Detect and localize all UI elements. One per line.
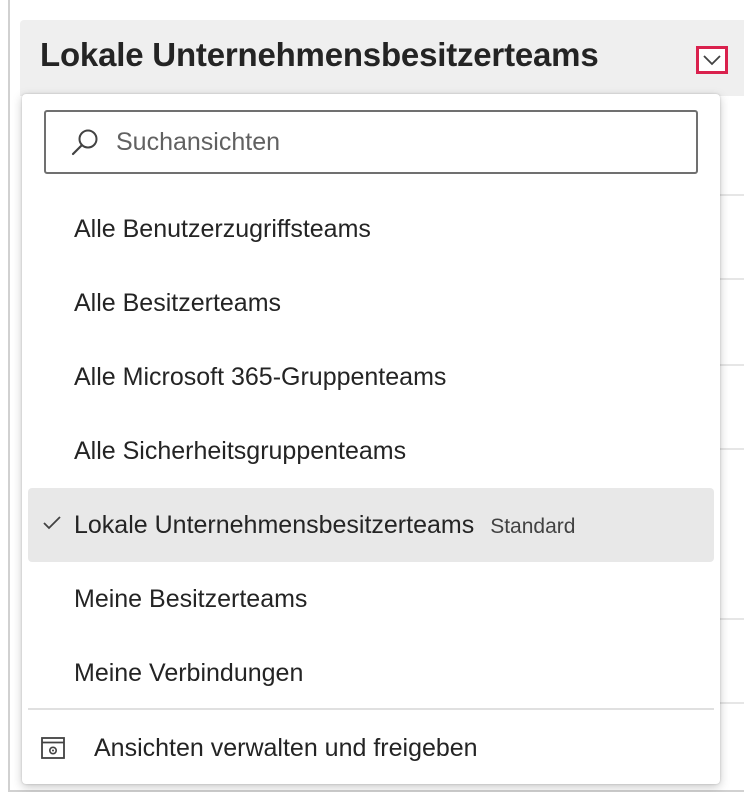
view-item-meine-verbindungen[interactable]: Meine Verbindungen: [28, 636, 714, 710]
search-input[interactable]: [116, 122, 676, 162]
view-item-alle-besitzerteams[interactable]: Alle Besitzerteams: [28, 266, 714, 340]
background-list-border: [8, 0, 10, 792]
view-title[interactable]: Lokale Unternehmensbesitzerteams: [40, 36, 599, 74]
background-row-divider: [720, 618, 744, 620]
view-selector[interactable]: Lokale Unternehmensbesitzerteams: [20, 20, 744, 96]
search-icon: [71, 129, 98, 156]
manage-views-button[interactable]: Ansichten verwalten und freigeben: [28, 716, 714, 778]
view-item-label: Lokale Unternehmensbesitzerteams: [74, 511, 475, 539]
background-row-divider: [720, 278, 744, 280]
view-item-lokale-unternehmensbesitzerteams[interactable]: Lokale Unternehmensbesitzerteams Standard: [28, 488, 714, 562]
view-item-label: Alle Benutzerzugriffsteams: [74, 215, 371, 243]
view-item-label: Alle Besitzerteams: [74, 289, 282, 317]
background-row-divider: [720, 702, 744, 704]
view-item-label: Alle Sicherheitsgruppenteams: [74, 437, 407, 465]
chevron-down-icon[interactable]: [696, 46, 728, 74]
page: Lokale Unternehmensbesitzerteams Alle Be…: [0, 0, 744, 792]
background-row-divider: [720, 364, 744, 366]
view-item-meine-besitzerteams[interactable]: Meine Besitzerteams: [28, 562, 714, 636]
view-item-label: Alle Microsoft 365-Gruppenteams: [74, 363, 447, 391]
view-item-alle-benutzerzugriffsteams[interactable]: Alle Benutzerzugriffsteams: [28, 192, 714, 266]
settings-window-icon: [41, 737, 65, 759]
default-badge: Standard: [490, 515, 576, 538]
background-row-divider: [720, 448, 744, 450]
menu-divider: [28, 708, 714, 710]
view-item-alle-sicherheitsgruppenteams[interactable]: Alle Sicherheitsgruppenteams: [28, 414, 714, 488]
search-field[interactable]: [44, 110, 698, 174]
view-item-label: Meine Besitzerteams: [74, 585, 308, 613]
view-item-alle-microsoft-365-gruppenteams[interactable]: Alle Microsoft 365-Gruppenteams: [28, 340, 714, 414]
checkmark-icon: [43, 516, 61, 530]
view-list: Alle Benutzerzugriffsteams Alle Besitzer…: [28, 192, 714, 710]
view-dropdown: Alle Benutzerzugriffsteams Alle Besitzer…: [22, 94, 720, 784]
view-item-label: Meine Verbindungen: [74, 659, 304, 687]
view-item-label-selected: Lokale Unternehmensbesitzerteams Standard: [74, 511, 575, 540]
background-row-divider: [720, 194, 744, 196]
manage-views-label: Ansichten verwalten und freigeben: [94, 734, 478, 762]
